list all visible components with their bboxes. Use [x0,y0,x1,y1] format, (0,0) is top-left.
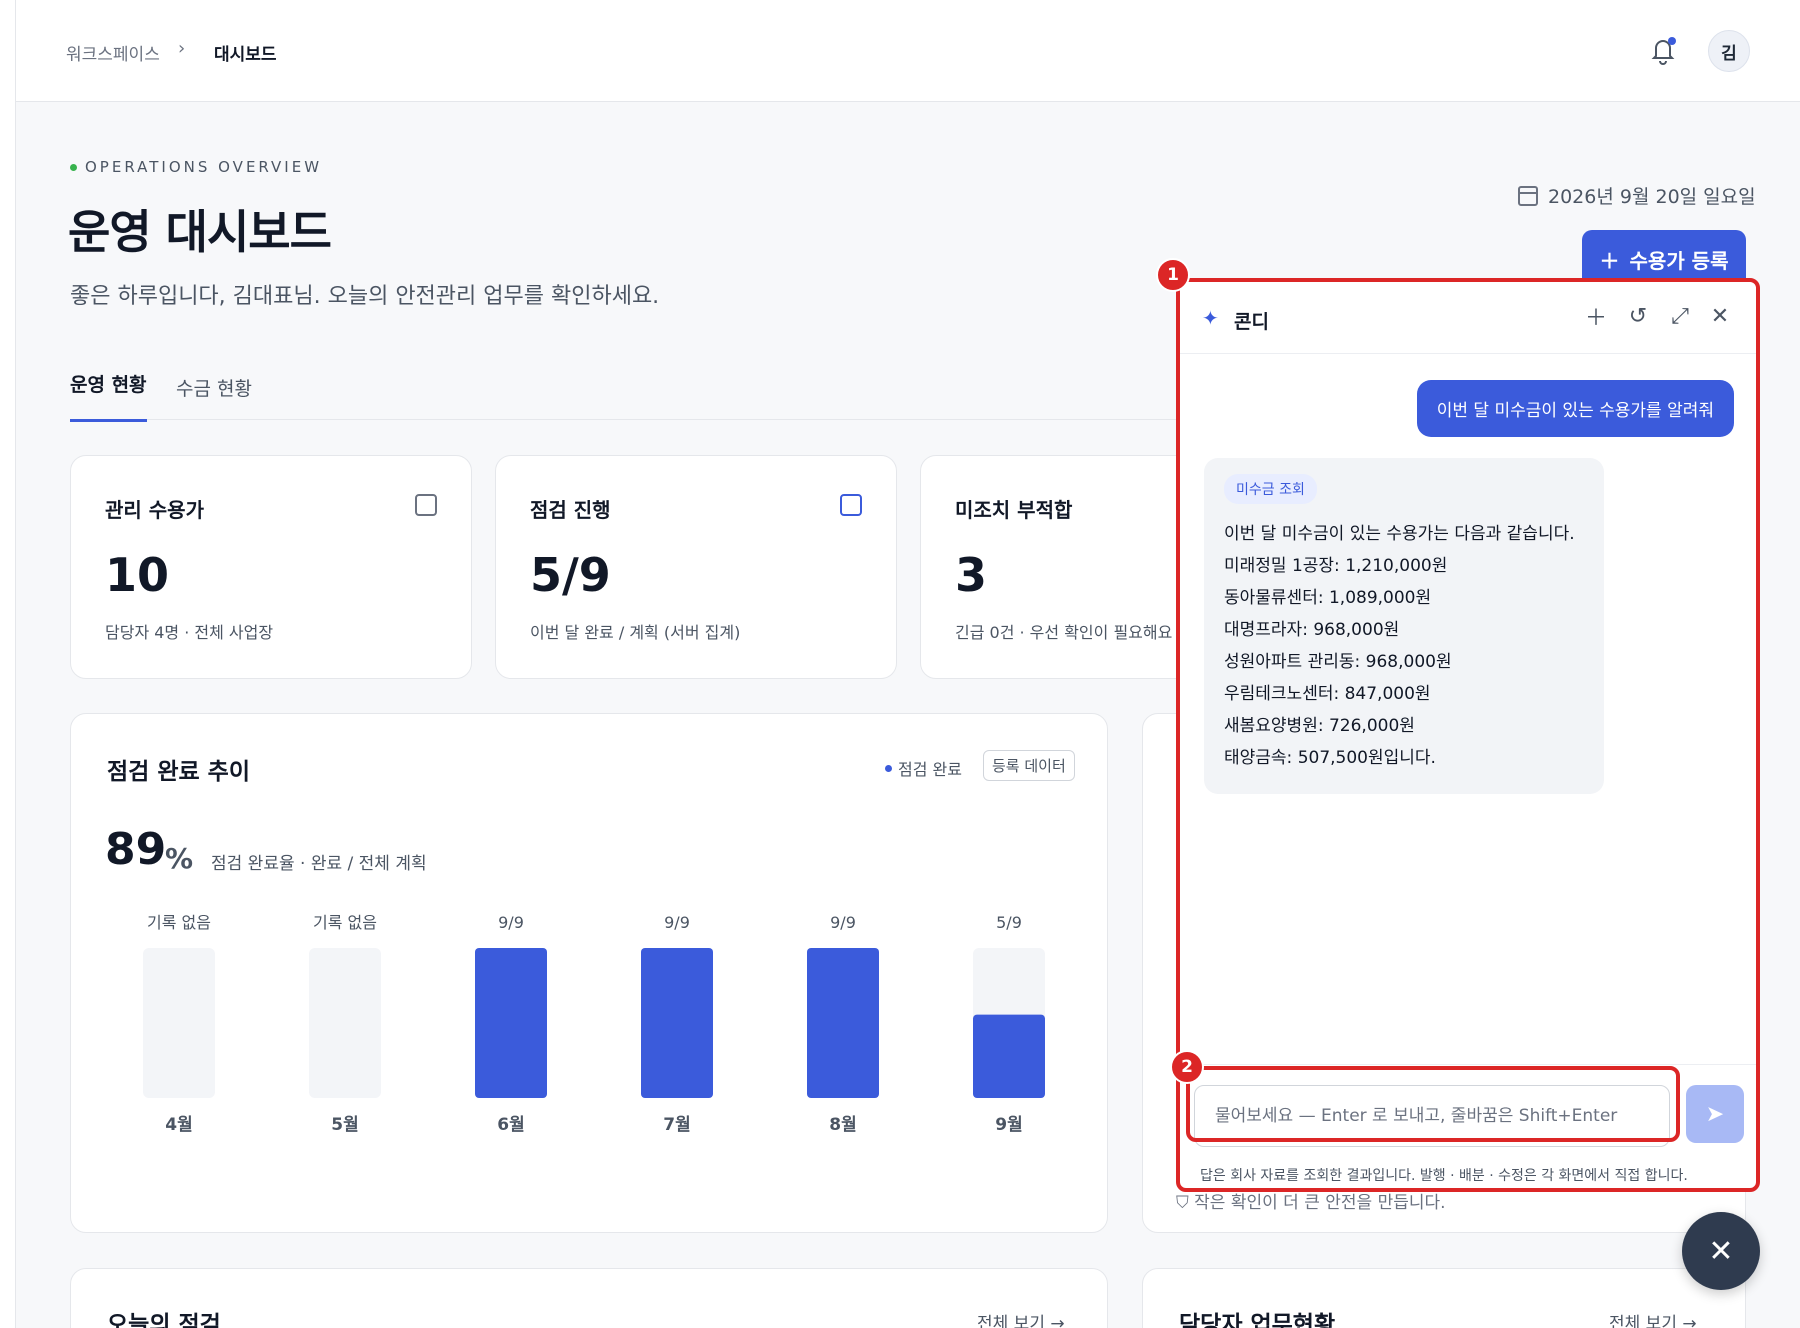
tab-bar: 운영 현황 수금 현황 [70,360,1190,422]
category-label: 8월 [829,1115,856,1135]
message-line: 미래정밀 1공장: 1,210,000원 [1224,556,1448,576]
calendar-icon [1518,185,1538,206]
bar-7월[interactable] [641,948,713,1098]
message-line: 성원아파트 관리동: 968,000원 [1224,652,1452,672]
category-label: 9월 [995,1115,1022,1135]
bar-track [309,948,381,1098]
assistant-message: 미수금 조회 이번 달 미수금이 있는 수용가는 다음과 같습니다. 미래정밀 … [1204,458,1604,794]
kpi-value: 3 [955,548,988,602]
kpi-title: 점검 진행 [530,498,611,522]
close-icon[interactable]: ✕ [1706,302,1734,330]
safety-note-text: 작은 확인이 더 큰 안전을 만듭니다. [1194,1193,1446,1213]
kpi-card-inspections[interactable]: 점검 진행 5/9 이번 달 완료 / 계획 (서버 집계) [495,455,897,679]
eyebrow: OPERATIONS OVERVIEW [70,158,322,176]
send-button[interactable]: ➤ [1686,1085,1744,1143]
notification-dot [1668,37,1676,45]
date-label: 2026년 9월 20일 일요일 [1548,186,1756,208]
shield-icon: ⛉ [1176,1193,1195,1213]
tab-operations[interactable]: 운영 현황 [70,370,147,422]
history-icon[interactable]: ↺ [1624,302,1652,330]
section-title: 담당자 업무현황 [1179,1312,1336,1328]
plus-icon: ＋ [1599,248,1620,273]
eyebrow-label: OPERATIONS OVERVIEW [85,158,323,176]
bar-9월[interactable] [973,1014,1045,1098]
left-rail [0,0,16,1328]
kpi-subtext: 담당자 4명 · 전체 사업장 [105,623,274,642]
bar-value-label: 5/9 [996,913,1022,932]
message-line: 새봄요양병원: 726,000원 [1224,716,1415,736]
assistant-panel: ✦ 콘디 ＋ ↺ ⤢ ✕ 이번 달 미수금이 있는 수용가를 알려줘 미수금 조… [1176,278,1760,1192]
avatar[interactable]: 김 [1708,30,1750,72]
kpi-title: 관리 수용가 [105,498,204,522]
message-line: 태양금속: 507,500원입니다. [1224,748,1436,768]
bell-icon[interactable] [1646,33,1680,67]
tab-collections[interactable]: 수금 현황 [176,374,252,401]
bar-value-label: 9/9 [498,913,524,932]
assistant-title: 콘디 [1234,311,1269,333]
view-all-link[interactable]: 전체 보기 → [977,1309,1065,1328]
category-label: 4월 [165,1115,192,1135]
section-title: 오늘의 점검 [107,1312,221,1328]
disclaimer: 답은 회사 자료를 조회한 결과입니다. 발행 · 배분 · 수정은 각 화면에… [1200,1168,1688,1184]
breadcrumb-root[interactable]: 워크스페이스 [66,40,160,65]
date-display: 2026년 9월 20일 일요일 [1518,182,1756,209]
building-icon [415,494,437,516]
page-title: 운영 대시보드 [68,205,332,259]
kpi-value: 5/9 [530,548,611,602]
bar-chart: 기록 없음 4월 기록 없음 5월 9/9 6월 9/9 7월 9/9 8월 5/9 9월 [143,913,1045,1135]
message-line: 대명프라자: 968,000원 [1224,620,1400,640]
clipboard-check-icon [840,494,862,516]
assistant-header: ✦ 콘디 ＋ ↺ ⤢ ✕ [1180,282,1756,354]
annotation-badge-2: 2 [1170,1050,1204,1084]
inspection-trend-card: 점검 완료 추이 점검 완료 등록 데이터 89 % 점검 완료율 · 완료 /… [70,713,1108,1233]
message-line: 동아물류센터: 1,089,000원 [1224,588,1432,608]
tool-badge: 미수금 조회 [1224,474,1317,504]
status-dot-icon [70,163,77,171]
page-subtitle: 좋은 하루입니다, 김대표님. 오늘의 안전관리 업무를 확인하세요. [70,284,660,309]
category-label: 5월 [331,1115,358,1135]
breadcrumb-current: 대시보드 [214,45,277,65]
kpi-title: 미조치 부적합 [955,498,1073,522]
category-label: 7월 [663,1115,690,1135]
add-customer-label: 수용가 등록 [1629,248,1729,273]
kpi-subtext: 긴급 0건 · 우선 확인이 필요해요 [955,623,1173,642]
new-chat-icon[interactable]: ＋ [1582,302,1610,331]
close-icon: ✕ [1708,1233,1734,1269]
bar-value-label: 9/9 [830,913,856,932]
bar-6월[interactable] [475,948,547,1098]
category-label: 6월 [497,1115,524,1135]
breadcrumb-separator: › [178,38,186,59]
bar-track [143,948,215,1098]
assistant-toggle-button[interactable]: ✕ [1682,1212,1760,1290]
user-message: 이번 달 미수금이 있는 수용가를 알려줘 [1416,380,1734,437]
bar-8월[interactable] [807,948,879,1098]
bar-value-label: 기록 없음 [147,913,211,932]
bar-value-label: 9/9 [664,913,690,932]
annotation-badge-1: 1 [1156,258,1190,292]
message-line: 우림테크노센터: 847,000원 [1224,684,1431,704]
view-all-link[interactable]: 전체 보기 → [1609,1309,1697,1328]
message-line: 이번 달 미수금이 있는 수용가는 다음과 같습니다. [1224,524,1575,544]
kpi-value: 10 [105,548,170,602]
bar-value-label: 기록 없음 [313,913,377,932]
expand-icon[interactable]: ⤢ [1666,302,1694,330]
today-inspections-card: 오늘의 점검 전체 보기 → [70,1268,1108,1328]
top-bar: 워크스페이스 › 대시보드 김 [16,0,1800,102]
highlight-input-box [1186,1066,1680,1142]
sparkle-icon: ✦ [1202,306,1219,330]
kpi-card-customers[interactable]: 관리 수용가 10 담당자 4명 · 전체 사업장 [70,455,472,679]
kpi-subtext: 이번 달 완료 / 계획 (서버 집계) [530,623,741,642]
send-icon: ➤ [1705,1101,1725,1127]
staff-workload-card: 담당자 업무현황 전체 보기 → [1142,1268,1746,1328]
